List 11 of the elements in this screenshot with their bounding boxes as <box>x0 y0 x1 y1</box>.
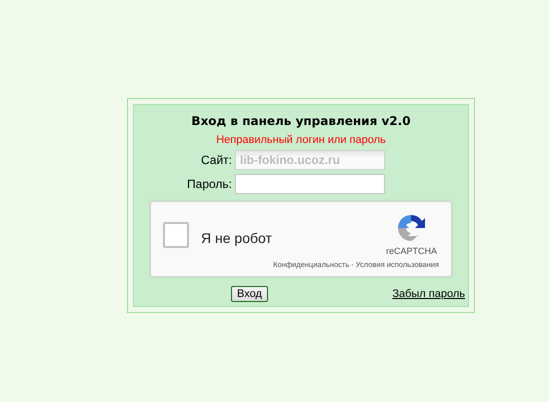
input-field[interactable] <box>235 174 385 194</box>
error-message: Неправильный логин или пароль <box>216 134 386 146</box>
field-label: Пароль: <box>186 177 232 191</box>
panel-title: Вход в панель управления v2.0 <box>191 114 411 128</box>
captcha-checkbox[interactable] <box>163 222 189 248</box>
captcha-label: Я не робот <box>201 230 272 248</box>
field-label: Сайт: <box>200 153 232 167</box>
recaptcha-logo-icon <box>395 212 428 244</box>
forgot-password-link[interactable]: Забыл пароль <box>392 288 465 300</box>
login-button[interactable]: Вход <box>231 286 268 302</box>
captcha-brand: reCAPTCHA <box>386 246 437 256</box>
